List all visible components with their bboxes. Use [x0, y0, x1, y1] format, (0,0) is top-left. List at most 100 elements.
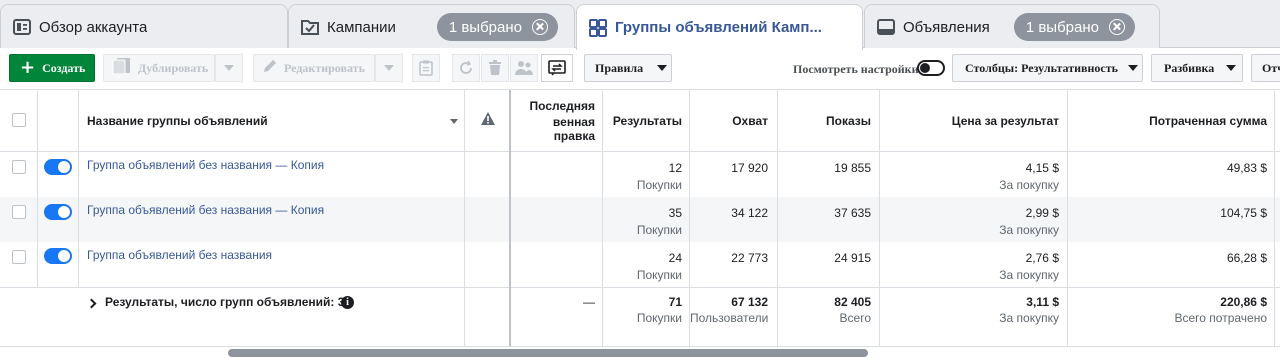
adset-name-link[interactable]: Группа объявлений без названия — Копия	[87, 203, 324, 217]
summary-impressions-unit: Всего	[839, 311, 871, 325]
adset-name-link[interactable]: Группа объявлений без названия — Копия	[87, 158, 324, 172]
table-row[interactable]: Группа объявлений без названия 24 Покупк…	[0, 242, 1280, 287]
clipboard-button[interactable]	[412, 54, 440, 82]
column-divider	[78, 90, 79, 287]
select-all-checkbox[interactable]	[12, 113, 26, 127]
column-header-last-edit-line1: Последняя	[529, 99, 595, 113]
column-divider	[37, 90, 38, 287]
breakdown-button[interactable]: Разбивка	[1151, 54, 1243, 82]
column-header-last-edit[interactable]: Последняя венная правка	[510, 90, 595, 152]
pencil-icon	[262, 58, 278, 78]
adset-status-toggle[interactable]	[44, 248, 72, 264]
duplicate-dropdown-button[interactable]	[215, 54, 243, 82]
table-row[interactable]: Группа объявлений без названия — Копия 3…	[0, 197, 1280, 242]
account-overview-icon	[13, 18, 31, 36]
column-header-results[interactable]: Результаты	[603, 90, 682, 152]
adset-status-toggle[interactable]	[44, 204, 72, 220]
column-header-last-edit-line2: венная правка	[552, 115, 595, 143]
reports-button[interactable]: Отч	[1251, 54, 1280, 82]
row-checkbox[interactable]	[12, 250, 26, 264]
view-settings-toggle[interactable]	[917, 60, 945, 76]
summary-cost-per-result-unit: За покупку	[999, 311, 1059, 325]
edit-dropdown-button[interactable]	[375, 54, 403, 82]
table-header: Название группы объявлений Последняя вен…	[0, 90, 1280, 152]
tab-bar: Обзор аккаунта Кампании 1 выбрано Группы…	[0, 0, 1280, 50]
summary-results-value: 71	[668, 295, 682, 309]
create-label: Создать	[42, 60, 86, 75]
chevron-right-icon[interactable]	[86, 298, 97, 309]
column-divider	[602, 90, 603, 347]
plus-icon: +	[20, 57, 36, 78]
columns-label: Столбцы: Результативность	[965, 60, 1118, 75]
column-header-reach[interactable]: Охват	[690, 90, 768, 152]
chevron-down-icon	[1128, 65, 1138, 71]
tab-label: Обзор аккаунта	[39, 18, 148, 36]
cost-per-result-value: 2,99 $	[1025, 206, 1059, 220]
ab-test-icon	[548, 60, 566, 76]
tab-label: Кампании	[327, 18, 396, 36]
cost-per-result-unit: За покупку	[999, 178, 1059, 192]
people-icon	[515, 61, 533, 75]
reach-value: 34 122	[731, 206, 768, 220]
results-value: 12	[668, 161, 682, 175]
table-row[interactable]: Группа объявлений без названия — Копия 1…	[0, 152, 1280, 197]
warning-icon[interactable]	[481, 112, 495, 130]
columns-button[interactable]: Столбцы: Результативность	[952, 54, 1143, 82]
tab-label: Объявления	[903, 18, 990, 36]
horizontal-scrollbar-thumb[interactable]	[228, 349, 868, 357]
column-divider	[879, 90, 880, 347]
duplicate-label: Дублировать	[138, 60, 209, 75]
column-header-impressions-label: Показы	[826, 114, 871, 128]
sort-caret-icon[interactable]	[450, 119, 458, 124]
duplicate-button[interactable]: Дублировать	[103, 54, 215, 82]
adset-name-link[interactable]: Группа объявлений без названия	[87, 248, 272, 262]
info-icon[interactable]: i	[341, 296, 354, 309]
tab-adsets[interactable]: Группы объявлений Камп...	[576, 4, 863, 50]
summary-cost-per-result-value: 3,11 $	[1026, 295, 1059, 309]
clear-selection-icon[interactable]	[532, 19, 548, 35]
reports-label: Отч	[1262, 60, 1280, 75]
selected-badge[interactable]: 1 выбрано	[436, 13, 558, 41]
summary-amount-spent-unit: Всего потрачено	[1174, 311, 1267, 325]
trash-icon	[489, 60, 501, 75]
chevron-down-icon	[384, 65, 394, 71]
reach-value: 17 920	[731, 161, 768, 175]
chevron-down-icon	[1226, 65, 1237, 71]
ab-test-button[interactable]	[541, 54, 573, 82]
rules-label: Правила	[595, 60, 644, 75]
column-header-cost-per-result[interactable]: Цена за результат	[880, 90, 1059, 152]
refresh-button[interactable]	[452, 54, 480, 82]
create-button[interactable]: + Создать	[9, 54, 95, 82]
tab-ads[interactable]: Объявления 1 выбрано	[864, 4, 1160, 49]
frozen-column-divider[interactable]	[509, 90, 511, 347]
tab-label: Группы объявлений Камп...	[615, 19, 822, 36]
reach-value: 22 773	[731, 251, 768, 265]
column-header-cost-per-result-label: Цена за результат	[951, 114, 1059, 128]
impressions-value: 19 855	[834, 161, 871, 175]
cost-per-result-unit: За покупку	[999, 223, 1059, 237]
rules-button[interactable]: Правила	[584, 54, 672, 82]
column-header-amount-spent[interactable]: Потраченная сумма	[1068, 90, 1267, 152]
toolbar: + Создать Дублировать Редактировать Прав…	[0, 48, 1280, 90]
amount-spent-value: 49,83 $	[1226, 161, 1267, 175]
amount-spent-value: 66,28 $	[1226, 251, 1267, 265]
adset-status-toggle[interactable]	[44, 159, 72, 175]
column-header-impressions[interactable]: Показы	[778, 90, 871, 152]
edit-button[interactable]: Редактировать	[253, 54, 375, 82]
adsets-grid-icon	[589, 18, 607, 37]
selected-count-text: 1 выбрано	[448, 18, 522, 36]
chevron-down-icon	[224, 65, 234, 71]
tab-campaigns[interactable]: Кампании 1 выбрано	[288, 4, 575, 49]
column-header-name[interactable]: Название группы объявлений	[87, 90, 447, 152]
tab-account-overview[interactable]: Обзор аккаунта	[0, 4, 288, 49]
column-divider	[464, 90, 465, 347]
row-checkbox[interactable]	[12, 160, 26, 174]
breakdown-label: Разбивка	[1164, 60, 1215, 75]
delete-button[interactable]	[481, 54, 509, 82]
row-checkbox[interactable]	[12, 205, 26, 219]
duplicate-icon	[112, 57, 132, 79]
clear-selection-icon[interactable]	[1109, 19, 1125, 35]
selected-badge[interactable]: 1 выбрано	[1013, 13, 1135, 41]
audience-button[interactable]	[510, 54, 538, 82]
column-header-results-label: Результаты	[612, 114, 682, 128]
